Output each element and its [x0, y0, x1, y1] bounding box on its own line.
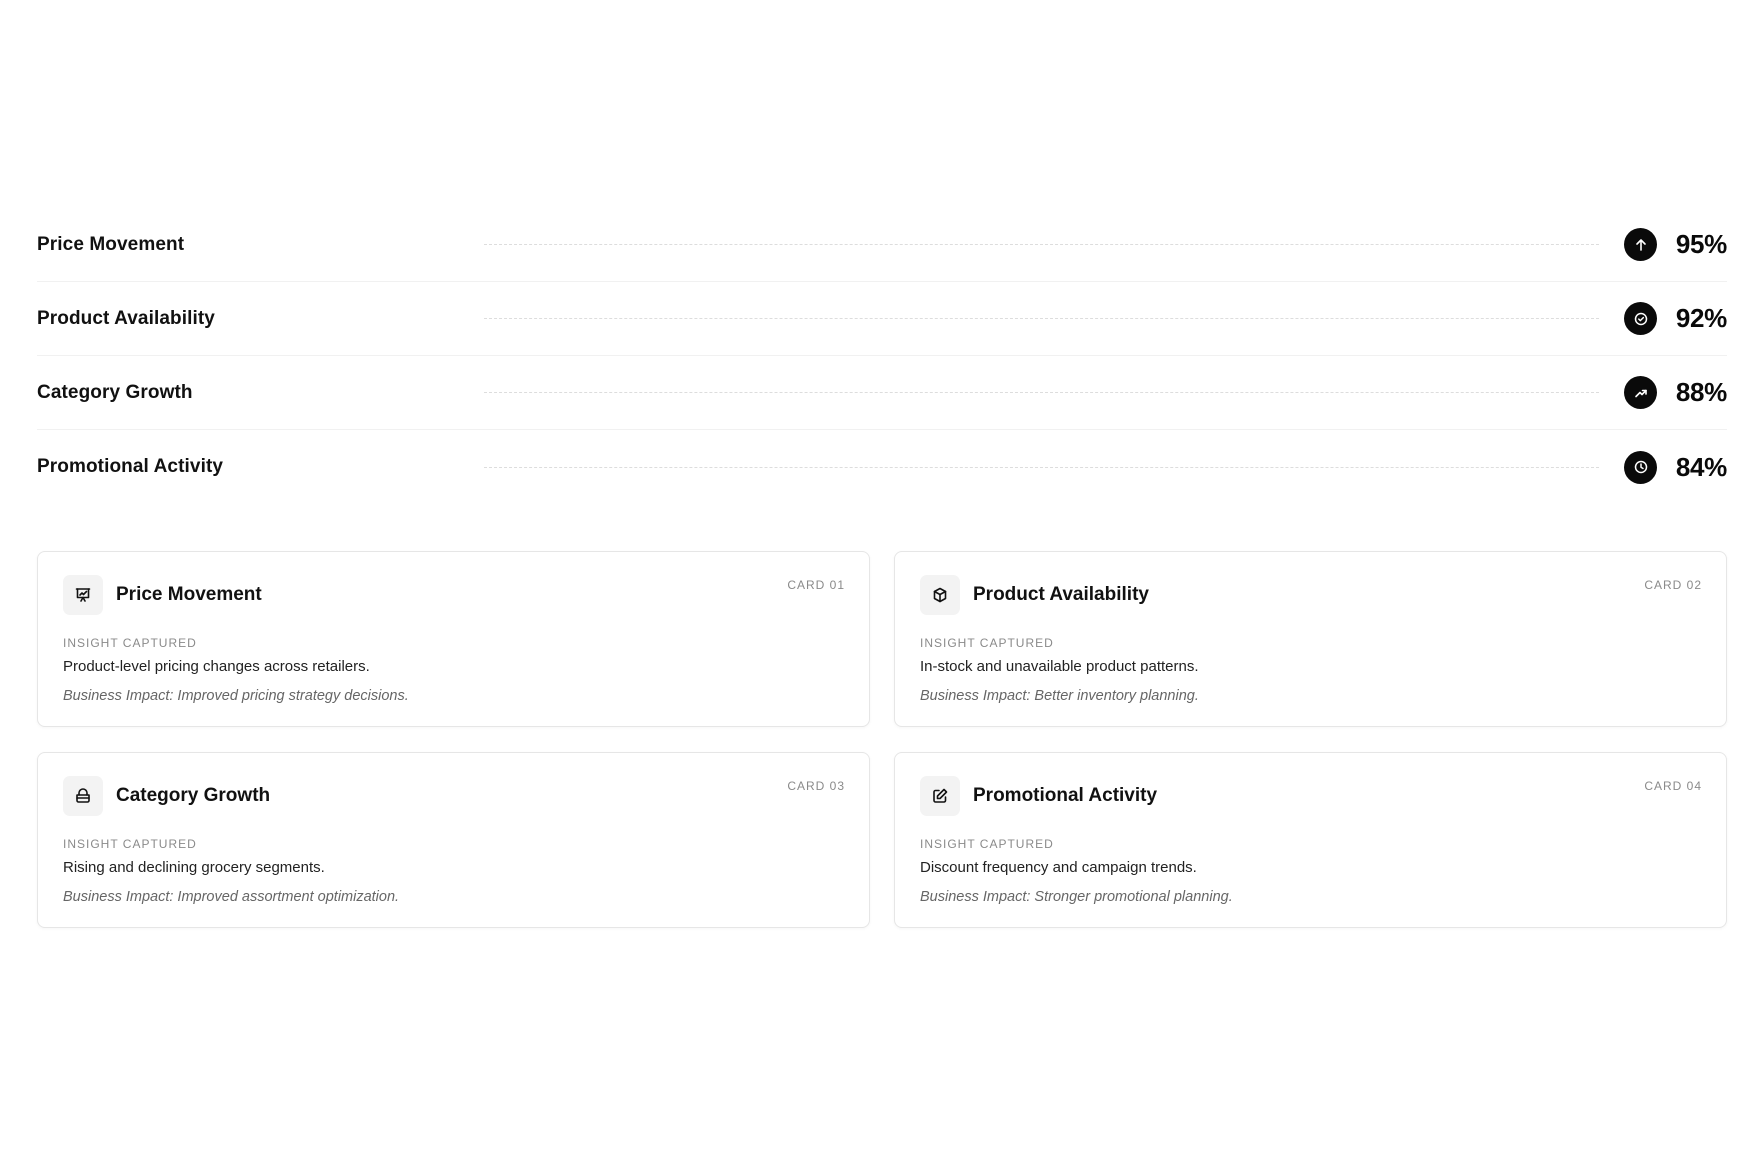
metric-value: 84%	[1675, 451, 1727, 482]
check-circle-icon	[1624, 302, 1657, 335]
card-description: Rising and declining grocery segments.	[63, 859, 325, 876]
metric-value: 92%	[1675, 303, 1727, 333]
card-tag: CARD 03	[787, 779, 845, 793]
card-tag: CARD 01	[787, 578, 845, 592]
card-tag: CARD 02	[1644, 578, 1702, 592]
card-caption: INSIGHT CAPTURED	[63, 636, 197, 650]
page: Price Movement 95% Product Availability …	[0, 0, 1759, 1163]
presentation-chart-icon	[63, 575, 103, 615]
card-caption: INSIGHT CAPTURED	[920, 636, 1054, 650]
card-title: Category Growth	[116, 785, 271, 806]
box-icon	[920, 575, 960, 615]
insight-card-category-growth: CARD 03 Category Growth INSIGHT CAPTURED…	[37, 752, 870, 928]
metric-value: 88%	[1675, 377, 1727, 407]
card-caption: INSIGHT CAPTURED	[63, 837, 197, 851]
card-description: Product-level pricing changes across ret…	[63, 658, 370, 675]
insight-card-product-availability: CARD 02 Product Availability INSIGHT CAP…	[894, 551, 1727, 727]
card-impact: Business Impact: Stronger promotional pl…	[920, 889, 1233, 905]
insight-cards: CARD 01 Price Movement INSIGHT CAPTURED …	[37, 551, 1727, 928]
metric-label: Promotional Activity	[37, 456, 224, 477]
card-title: Product Availability	[973, 584, 1149, 605]
card-description: Discount frequency and campaign trends.	[920, 859, 1197, 876]
trending-up-icon	[1624, 376, 1657, 409]
card-header: Price Movement	[63, 575, 844, 615]
metric-divider	[484, 466, 1599, 468]
metric-value: 95%	[1675, 229, 1727, 259]
metric-label: Category Growth	[37, 381, 193, 403]
card-header: Product Availability	[920, 575, 1701, 615]
card-impact: Business Impact: Improved assortment opt…	[63, 889, 400, 905]
card-description: In-stock and unavailable product pattern…	[920, 658, 1199, 675]
metric-divider	[484, 318, 1599, 319]
metric-row-price-movement: Price Movement 95%	[37, 208, 1727, 282]
metric-row-promotional-activity: Promotional Activity 84%	[37, 430, 1727, 504]
card-caption: INSIGHT CAPTURED	[920, 837, 1054, 851]
metric-divider	[484, 244, 1599, 245]
card-title: Price Movement	[116, 584, 262, 605]
card-impact: Business Impact: Improved pricing strate…	[63, 688, 409, 704]
card-header: Promotional Activity	[920, 776, 1701, 816]
insight-card-price-movement: CARD 01 Price Movement INSIGHT CAPTURED …	[37, 551, 870, 727]
card-tag: CARD 04	[1644, 779, 1702, 793]
metric-divider	[484, 392, 1599, 393]
clock-icon	[1624, 450, 1657, 484]
metrics-list: Price Movement 95% Product Availability …	[37, 208, 1727, 504]
basket-icon	[63, 776, 103, 816]
card-header: Category Growth	[63, 776, 844, 816]
card-title: Promotional Activity	[973, 785, 1158, 806]
metric-row-product-availability: Product Availability 92%	[37, 282, 1727, 356]
card-impact: Business Impact: Better inventory planni…	[920, 688, 1199, 704]
insight-card-promotional-activity: CARD 04 Promotional Activity INSIGHT CAP…	[894, 752, 1727, 928]
metric-row-category-growth: Category Growth 88%	[37, 356, 1727, 430]
arrow-up-icon	[1624, 228, 1657, 261]
metric-label: Price Movement	[37, 233, 185, 255]
metric-label: Product Availability	[37, 307, 215, 329]
edit-icon	[920, 776, 960, 816]
